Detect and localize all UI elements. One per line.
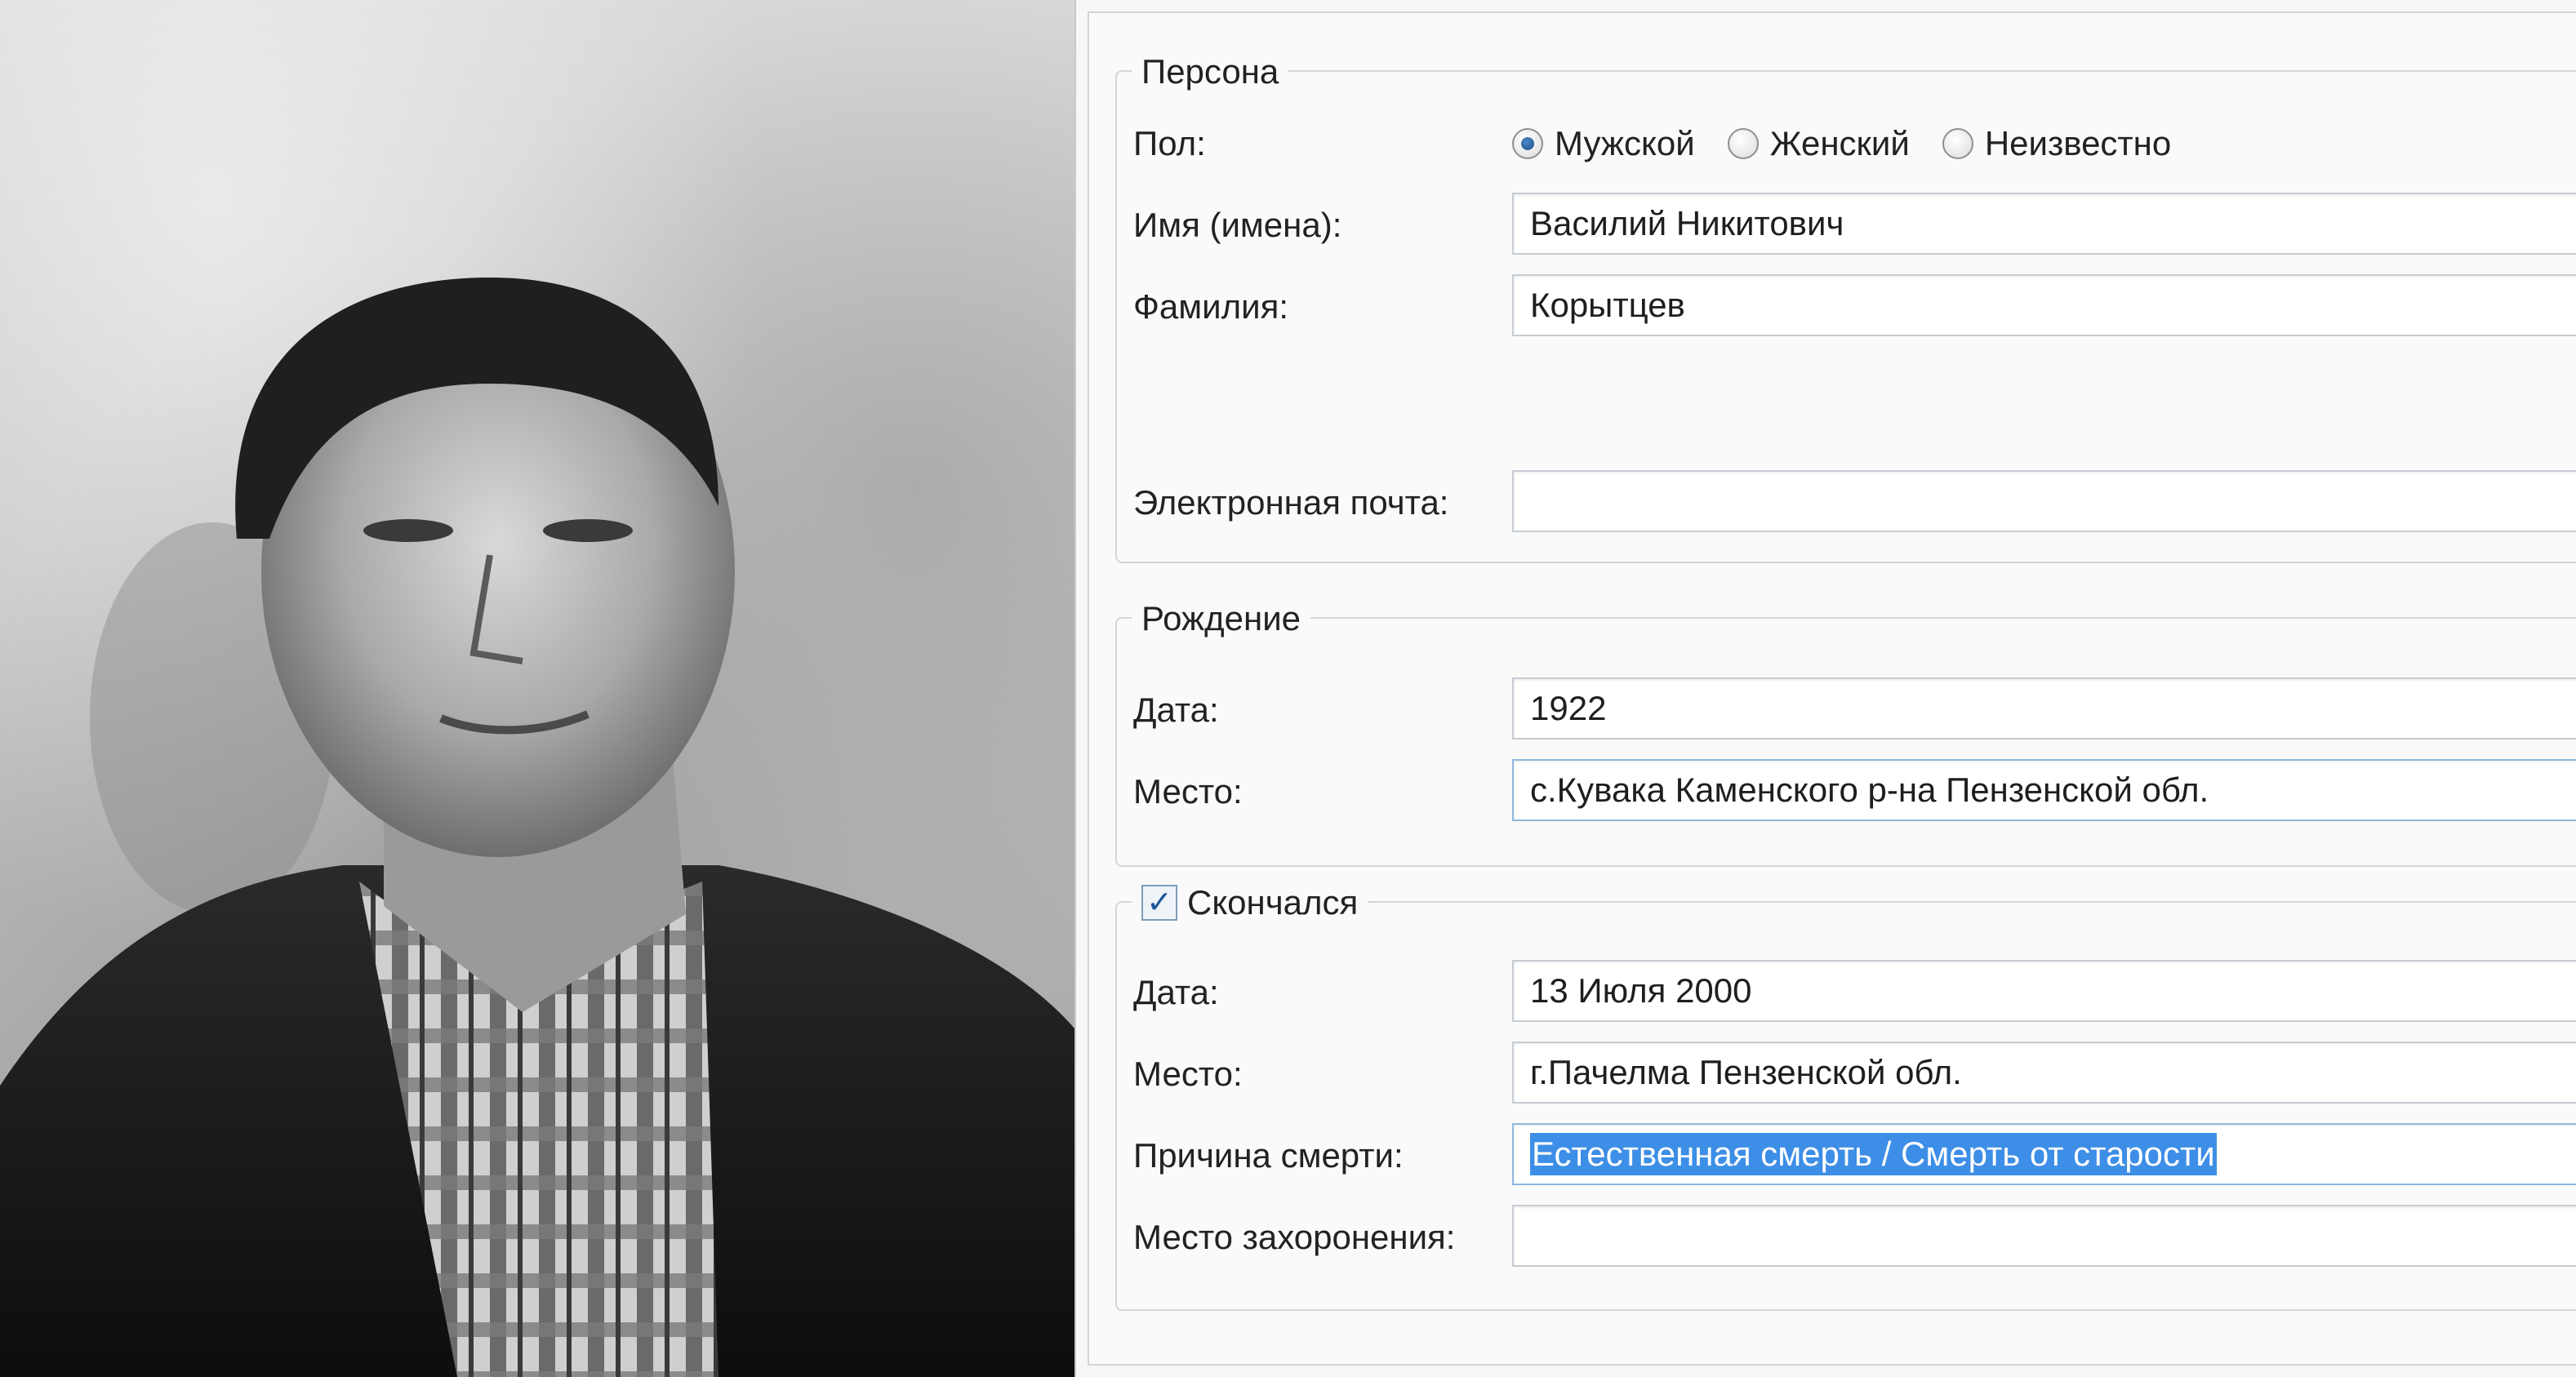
person-form-panel: Персона Пол: Мужской Женский Неизвестно bbox=[1074, 0, 2576, 1377]
birth-group-legend: Рождение bbox=[1132, 599, 1311, 638]
given-names-input[interactable]: Василий Никитович bbox=[1512, 193, 2576, 255]
death-group-legend: ✓ Скончался bbox=[1132, 883, 1368, 922]
gender-option-label: Женский bbox=[1769, 124, 1910, 162]
portrait-image bbox=[0, 278, 1074, 1377]
birth-date-row: Дата: 1922 bbox=[1117, 677, 2576, 743]
gender-row: Пол: Мужской Женский Неизвестно bbox=[1117, 111, 2576, 176]
death-date-label: Дата: bbox=[1133, 973, 1219, 1011]
radio-checked-icon[interactable] bbox=[1512, 128, 1543, 159]
person-form: Персона Пол: Мужской Женский Неизвестно bbox=[1088, 11, 2576, 1366]
gender-option-label: Неизвестно bbox=[1984, 124, 2172, 162]
death-group: ✓ Скончался Дата: 13 Июля 2000 Место: г.… bbox=[1115, 883, 2576, 1311]
gender-option-label: Мужской bbox=[1555, 124, 1695, 162]
deceased-checkbox-label[interactable]: Скончался bbox=[1187, 883, 1358, 922]
burial-place-input[interactable] bbox=[1512, 1205, 2576, 1267]
deceased-checkbox[interactable]: ✓ bbox=[1141, 885, 1177, 921]
burial-place-row: Место захоронения: bbox=[1117, 1205, 2576, 1270]
death-date-input[interactable]: 13 Июля 2000 bbox=[1512, 960, 2576, 1022]
email-label: Электронная почта: bbox=[1133, 483, 1449, 522]
death-place-row: Место: г.Пачелма Пензенской обл. bbox=[1117, 1042, 2576, 1107]
death-place-input[interactable]: г.Пачелма Пензенской обл. bbox=[1512, 1042, 2576, 1104]
selected-text: Естественная смерть / Смерть от старости bbox=[1530, 1133, 2217, 1175]
person-group-legend: Персона bbox=[1132, 52, 1289, 91]
birth-place-row: Место: с.Кувака Каменского р-на Пензенск… bbox=[1117, 759, 2576, 824]
death-cause-input[interactable]: Естественная смерть / Смерть от старости bbox=[1512, 1123, 2576, 1185]
death-cause-label: Причина смерти: bbox=[1133, 1136, 1404, 1175]
birth-group: Рождение Дата: 1922 Место: с.Кувака Каме… bbox=[1115, 599, 2576, 867]
birth-date-label: Дата: bbox=[1133, 691, 1219, 729]
death-date-row: Дата: 13 Июля 2000 bbox=[1117, 960, 2576, 1025]
gender-option-male[interactable]: Мужской bbox=[1512, 124, 1695, 163]
surname-row: Фамилия: Корытцев bbox=[1117, 274, 2576, 340]
death-cause-row: Причина смерти: Естественная смерть / См… bbox=[1117, 1123, 2576, 1188]
checkmark-icon: ✓ bbox=[1146, 886, 1172, 920]
email-input[interactable] bbox=[1512, 470, 2576, 532]
email-row: Электронная почта: bbox=[1117, 470, 2576, 535]
birth-place-label: Место: bbox=[1133, 772, 1243, 811]
birth-place-input[interactable]: с.Кувака Каменского р-на Пензенской обл. bbox=[1512, 759, 2576, 821]
surname-input[interactable]: Корытцев bbox=[1512, 274, 2576, 336]
given-names-label: Имя (имена): bbox=[1133, 206, 1342, 244]
person-photo bbox=[0, 0, 1074, 1377]
person-group: Персона Пол: Мужской Женский Неизвестно bbox=[1115, 52, 2576, 563]
gender-option-unknown[interactable]: Неизвестно bbox=[1942, 124, 2171, 163]
radio-unchecked-icon[interactable] bbox=[1727, 128, 1759, 159]
gender-radio-group: Мужской Женский Неизвестно bbox=[1512, 111, 2171, 176]
given-names-row: Имя (имена): Василий Никитович bbox=[1117, 193, 2576, 258]
birth-date-input[interactable]: 1922 bbox=[1512, 677, 2576, 740]
gender-option-female[interactable]: Женский bbox=[1727, 124, 1910, 163]
radio-unchecked-icon[interactable] bbox=[1942, 128, 1973, 159]
gender-label: Пол: bbox=[1133, 124, 1206, 162]
surname-label: Фамилия: bbox=[1133, 287, 1289, 326]
death-place-label: Место: bbox=[1133, 1055, 1243, 1093]
burial-place-label: Место захоронения: bbox=[1133, 1218, 1456, 1256]
